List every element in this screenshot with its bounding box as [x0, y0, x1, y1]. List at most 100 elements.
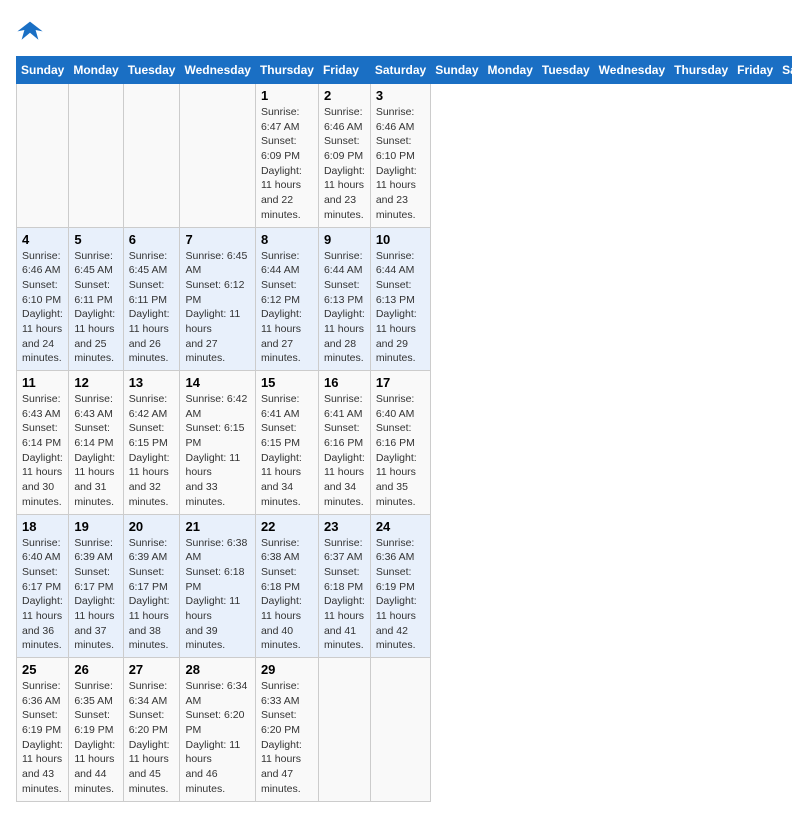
calendar-cell: 26Sunrise: 6:35 AMSunset: 6:19 PMDayligh… — [69, 658, 123, 802]
cell-info-line: Daylight: 11 hours — [261, 594, 313, 623]
calendar-cell: 27Sunrise: 6:34 AMSunset: 6:20 PMDayligh… — [123, 658, 180, 802]
day-number: 27 — [129, 662, 175, 677]
cell-info-line: and 40 minutes. — [261, 624, 313, 653]
cell-info-line: Daylight: 11 hours — [185, 451, 249, 480]
logo-bird-icon — [16, 16, 44, 44]
cell-info-line: Sunrise: 6:40 AM — [376, 392, 425, 421]
day-number: 1 — [261, 88, 313, 103]
calendar-cell: 5 Sunrise: 6:45 AMSunset: 6:11 PMDaylight… — [69, 227, 123, 371]
cell-info-line: Daylight: 11 hours — [74, 594, 117, 623]
day-number: 20 — [129, 519, 175, 534]
cell-info-line: Daylight: 11 hours — [74, 451, 117, 480]
col-header-saturday: Saturday — [370, 57, 430, 84]
day-number: 11 — [22, 375, 63, 390]
cell-info-line: Sunrise: 6:36 AM — [376, 536, 425, 565]
col-header-thursday: Thursday — [255, 57, 318, 84]
day-number: 29 — [261, 662, 313, 677]
cell-info-line: and 27 minutes. — [185, 337, 249, 366]
cell-info-line: and 26 minutes. — [129, 337, 175, 366]
cell-info-line: Daylight: 11 hours — [261, 307, 313, 336]
calendar-cell: 24Sunrise: 6:36 AMSunset: 6:19 PMDayligh… — [370, 514, 430, 658]
day-number: 7 — [185, 232, 249, 247]
cell-info-line: Sunrise: 6:44 AM — [376, 249, 425, 278]
calendar-cell: 18Sunrise: 6:40 AMSunset: 6:17 PMDayligh… — [17, 514, 69, 658]
cell-info-line: and 44 minutes. — [74, 767, 117, 796]
calendar-cell: 9Sunrise: 6:44 AMSunset: 6:13 PMDaylight… — [318, 227, 370, 371]
day-number: 14 — [185, 375, 249, 390]
cell-info-line: Sunset: 6:12 PM — [185, 278, 249, 307]
cell-info-line: and 36 minutes. — [22, 624, 63, 653]
calendar-cell — [318, 658, 370, 802]
cell-info-line: and 31 minutes. — [74, 480, 117, 509]
calendar-cell — [69, 84, 123, 228]
cell-info-line: Sunset: 6:16 PM — [376, 421, 425, 450]
cell-info-line: Sunset: 6:15 PM — [129, 421, 175, 450]
col-header-sunday: Sunday — [431, 57, 483, 84]
cell-info-line: Daylight: 11 hours — [74, 307, 117, 336]
cell-info-line: Daylight: 11 hours — [376, 307, 425, 336]
cell-info-line: Daylight: 11 hours — [261, 451, 313, 480]
cell-info-line: Sunset: 6:17 PM — [74, 565, 117, 594]
col-header-friday: Friday — [318, 57, 370, 84]
calendar-cell: 15Sunrise: 6:41 AMSunset: 6:15 PMDayligh… — [255, 371, 318, 515]
cell-info-line: Sunset: 6:11 PM — [74, 278, 117, 307]
cell-info-line: Sunset: 6:14 PM — [74, 421, 117, 450]
calendar-cell: 3Sunrise: 6:46 AMSunset: 6:10 PMDaylight… — [370, 84, 430, 228]
cell-info-line: and 29 minutes. — [376, 337, 425, 366]
cell-info-line: and 45 minutes. — [129, 767, 175, 796]
day-number: 28 — [185, 662, 249, 677]
cell-info-line: and 23 minutes. — [376, 193, 425, 222]
col-header-sunday: Sunday — [17, 57, 69, 84]
calendar-week-row: 1Sunrise: 6:47 AMSunset: 6:09 PMDaylight… — [17, 84, 792, 228]
cell-info-line: Sunrise: 6:43 AM — [22, 392, 63, 421]
cell-info-line: and 33 minutes. — [185, 480, 249, 509]
calendar-cell: 8Sunrise: 6:44 AMSunset: 6:12 PMDaylight… — [255, 227, 318, 371]
cell-info-line: Sunset: 6:20 PM — [185, 708, 249, 737]
cell-info-line: Sunset: 6:11 PM — [129, 278, 175, 307]
cell-info-line: Daylight: 11 hours — [376, 451, 425, 480]
calendar-cell — [370, 658, 430, 802]
cell-info-line: and 42 minutes. — [376, 624, 425, 653]
calendar-cell: 13Sunrise: 6:42 AMSunset: 6:15 PMDayligh… — [123, 371, 180, 515]
cell-info-line: Sunrise: 6:45 AM — [74, 249, 117, 278]
cell-info-line: Sunrise: 6:45 AM — [185, 249, 249, 278]
cell-info-line: and 39 minutes. — [185, 624, 249, 653]
cell-info-line: Sunrise: 6:46 AM — [324, 105, 365, 134]
calendar-cell — [123, 84, 180, 228]
cell-info-line: and 34 minutes. — [324, 480, 365, 509]
calendar-cell: 7Sunrise: 6:45 AMSunset: 6:12 PMDaylight… — [180, 227, 255, 371]
calendar-cell: 11Sunrise: 6:43 AMSunset: 6:14 PMDayligh… — [17, 371, 69, 515]
day-number: 16 — [324, 375, 365, 390]
cell-info-line: Sunset: 6:18 PM — [324, 565, 365, 594]
cell-info-line: Daylight: 11 hours — [129, 738, 175, 767]
cell-info-line: Daylight: 11 hours — [376, 594, 425, 623]
cell-info-line: Sunset: 6:20 PM — [261, 708, 313, 737]
cell-info-line: Sunset: 6:19 PM — [74, 708, 117, 737]
cell-info-line: Sunset: 6:12 PM — [261, 278, 313, 307]
col-header-tuesday: Tuesday — [123, 57, 180, 84]
cell-info-line: Sunrise: 6:37 AM — [324, 536, 365, 565]
cell-info-line: Sunrise: 6:38 AM — [185, 536, 249, 565]
day-number: 9 — [324, 232, 365, 247]
cell-info-line: Sunrise: 6:34 AM — [185, 679, 249, 708]
calendar-cell: 4Sunrise: 6:46 AMSunset: 6:10 PMDaylight… — [17, 227, 69, 371]
cell-info-line: Sunrise: 6:41 AM — [261, 392, 313, 421]
calendar-cell: 2Sunrise: 6:46 AMSunset: 6:09 PMDaylight… — [318, 84, 370, 228]
col-header-wednesday: Wednesday — [180, 57, 255, 84]
cell-info-line: Daylight: 11 hours — [185, 594, 249, 623]
cell-info-line: Sunrise: 6:47 AM — [261, 105, 313, 134]
day-number: 23 — [324, 519, 365, 534]
day-number: 5 — [74, 232, 117, 247]
calendar-table: SundayMondayTuesdayWednesdayThursdayFrid… — [16, 56, 792, 802]
day-number: 19 — [74, 519, 117, 534]
cell-info-line: Daylight: 11 hours — [261, 738, 313, 767]
cell-info-line: and 41 minutes. — [324, 624, 365, 653]
cell-info-line: Sunrise: 6:43 AM — [74, 392, 117, 421]
calendar-cell: 29Sunrise: 6:33 AMSunset: 6:20 PMDayligh… — [255, 658, 318, 802]
cell-info-line: and 37 minutes. — [74, 624, 117, 653]
cell-info-line: Daylight: 11 hours — [22, 451, 63, 480]
cell-info-line: Sunrise: 6:42 AM — [185, 392, 249, 421]
cell-info-line: Sunset: 6:15 PM — [185, 421, 249, 450]
cell-info-line: Sunrise: 6:39 AM — [74, 536, 117, 565]
cell-info-line: Sunset: 6:18 PM — [185, 565, 249, 594]
